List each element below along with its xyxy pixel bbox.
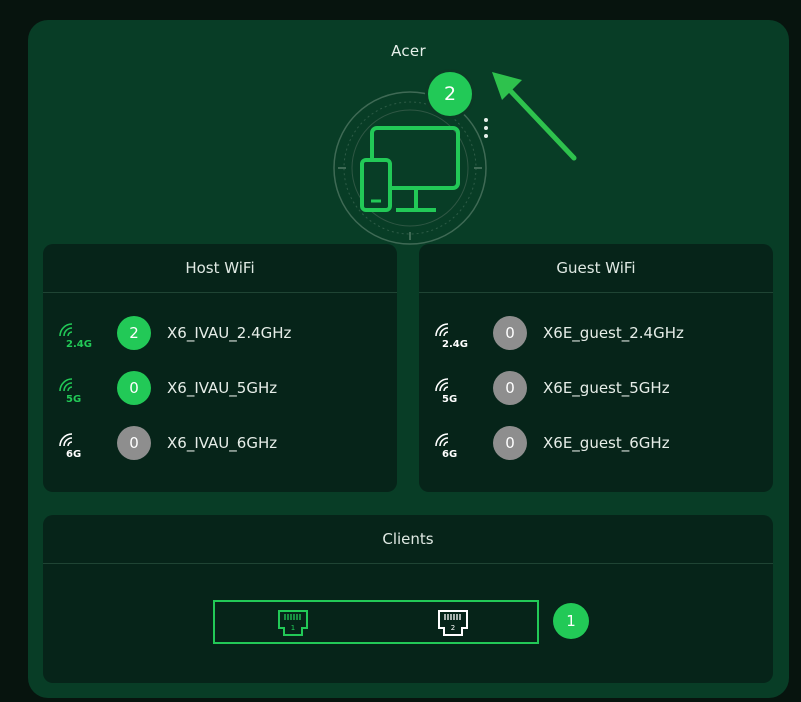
- pointer-arrow-icon: [492, 72, 577, 161]
- device-desktop-phone-icon[interactable]: [324, 82, 496, 254]
- ethernet-ports-group: 1 2: [213, 600, 539, 644]
- client-count-badge: 0: [493, 316, 527, 350]
- wifi-network-row[interactable]: 6G 0 X6_IVAU_6GHz: [43, 426, 397, 462]
- connected-count-badge: 2: [428, 72, 472, 116]
- client-count-badge: 0: [493, 426, 527, 460]
- band-label: 5G: [442, 394, 457, 405]
- device-panel: Acer 2 Host WiFi 2.4G 2 X6_IVAU_2.4GHz 5G 0 X…: [28, 20, 789, 698]
- host-wifi-card: Host WiFi 2.4G 2 X6_IVAU_2.4GHz 5G 0 X6_IVAU_…: [43, 244, 397, 492]
- ssid-label[interactable]: X6_IVAU_6GHz: [167, 426, 277, 460]
- wifi-band-icon: 6G: [435, 433, 457, 460]
- wifi-network-row[interactable]: 2.4G 0 X6E_guest_2.4GHz: [419, 316, 773, 352]
- host-wifi-title: Host WiFi: [43, 244, 397, 293]
- band-label: 2.4G: [442, 339, 468, 350]
- ethernet-port-icon[interactable]: 2: [435, 608, 471, 640]
- wifi-network-row[interactable]: 5G 0 X6E_guest_5GHz: [419, 371, 773, 407]
- wifi-band-icon: 5G: [59, 378, 81, 405]
- client-count-badge: 2: [117, 316, 151, 350]
- wifi-band-icon: 2.4G: [435, 323, 468, 350]
- wifi-network-row[interactable]: 6G 0 X6E_guest_6GHz: [419, 426, 773, 462]
- guest-wifi-card: Guest WiFi 2.4G 0 X6E_guest_2.4GHz 5G 0 X6E_g…: [419, 244, 773, 492]
- port-label: 2: [451, 624, 455, 632]
- ssid-label[interactable]: X6E_guest_5GHz: [543, 371, 670, 405]
- client-count-badge: 0: [117, 371, 151, 405]
- client-count-badge: 0: [117, 426, 151, 460]
- clients-card: Clients 1 2 1: [43, 515, 773, 683]
- ssid-label[interactable]: X6E_guest_2.4GHz: [543, 316, 684, 350]
- ssid-label[interactable]: X6E_guest_6GHz: [543, 426, 670, 460]
- client-count-badge: 0: [493, 371, 527, 405]
- band-label: 6G: [66, 449, 81, 460]
- ssid-label[interactable]: X6_IVAU_2.4GHz: [167, 316, 291, 350]
- guest-wifi-title: Guest WiFi: [419, 244, 773, 293]
- device-name: Acer: [391, 42, 426, 60]
- band-label: 5G: [66, 394, 81, 405]
- ssid-label[interactable]: X6_IVAU_5GHz: [167, 371, 277, 405]
- band-label: 6G: [442, 449, 457, 460]
- wifi-band-icon: 6G: [59, 433, 81, 460]
- clients-count-badge: 1: [553, 603, 589, 639]
- band-label: 2.4G: [66, 339, 92, 350]
- wifi-network-row[interactable]: 5G 0 X6_IVAU_5GHz: [43, 371, 397, 407]
- ethernet-port-icon[interactable]: 1: [275, 608, 311, 640]
- port-label: 1: [291, 624, 295, 632]
- wifi-band-icon: 2.4G: [59, 323, 92, 350]
- clients-title: Clients: [43, 515, 773, 564]
- wifi-network-row[interactable]: 2.4G 2 X6_IVAU_2.4GHz: [43, 316, 397, 352]
- wifi-band-icon: 5G: [435, 378, 457, 405]
